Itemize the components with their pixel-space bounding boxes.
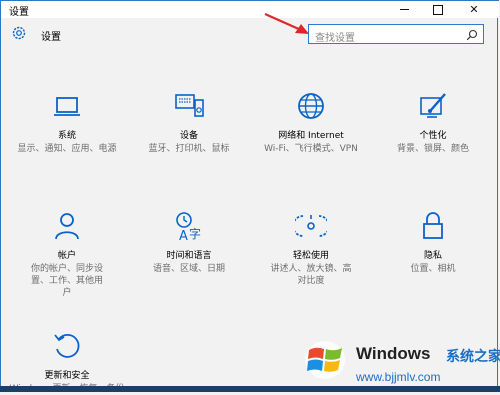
close-icon: ✕ <box>469 3 479 16</box>
watermark-site-name: 系统之家 <box>446 349 500 365</box>
close-button[interactable]: ✕ <box>457 1 491 18</box>
red-arrow-annotation <box>264 12 309 34</box>
tile-desc: 背景、锁屏、颜色 <box>396 144 469 154</box>
tile-name: 个性化 <box>419 131 447 141</box>
tile-desc: 讲述人、放大镜、高对比度 <box>270 264 352 286</box>
maximize-icon <box>433 4 443 15</box>
watermark-brand: Windows <box>356 344 431 363</box>
ease-of-access-icon <box>295 215 327 237</box>
minimize-icon <box>399 9 409 10</box>
tile-name: 更新和安全 <box>44 371 90 381</box>
title-bar: 设置 ✕ <box>1 0 499 18</box>
gear-icon <box>12 26 26 40</box>
laptop-icon <box>54 97 80 116</box>
maximize-button[interactable] <box>421 1 455 18</box>
tile-desc: 你的帐户、同步设置、工作、其他用户 <box>30 264 103 298</box>
account-icon <box>55 213 79 240</box>
time-language-icon: A 字 <box>176 212 201 242</box>
tile-system[interactable]: 系统 显示、通知、应用、电源 <box>7 90 127 155</box>
tile-time-language[interactable]: A 字 时间和语言 语音、区域、日期 <box>129 210 249 275</box>
page-title: 设置 <box>41 32 61 43</box>
watermark: Windows 系统之家 www.bjjmlv.com <box>296 330 500 392</box>
tile-desc: 显示、通知、应用、电源 <box>17 144 117 154</box>
tile-network[interactable]: 网络和 Internet Wi-Fi、飞行模式、VPN <box>251 90 371 155</box>
minimize-button[interactable] <box>387 1 421 18</box>
search-icon <box>466 29 478 41</box>
tile-desc: 位置、相机 <box>410 264 456 274</box>
tile-ease-of-access[interactable]: 轻松使用 讲述人、放大镜、高对比度 <box>251 210 371 287</box>
windows-logo-icon <box>305 341 345 379</box>
svg-text:字: 字 <box>189 226 201 241</box>
update-icon <box>54 334 80 358</box>
search-placeholder: 查找设置 <box>315 33 355 44</box>
watermark-url: www.bjjmlv.com <box>356 370 441 384</box>
tile-desc: 语音、区域、日期 <box>152 264 225 274</box>
tile-name: 设备 <box>179 131 198 141</box>
tile-desc: Wi-Fi、飞行模式、VPN <box>264 144 358 154</box>
tile-name: 轻松使用 <box>292 251 329 261</box>
tile-devices[interactable]: 设备 蓝牙、打印机、鼠标 <box>129 90 249 155</box>
tile-name: 网络和 Internet <box>278 131 344 141</box>
tile-name: 系统 <box>57 131 76 141</box>
tile-name: 时间和语言 <box>166 251 212 261</box>
window-title: 设置 <box>9 7 29 18</box>
search-input[interactable]: 查找设置 <box>308 24 484 44</box>
devices-icon <box>175 94 204 117</box>
personalization-icon <box>420 93 446 118</box>
tile-name: 帐户 <box>57 251 76 261</box>
tile-privacy[interactable]: 隐私 位置、相机 <box>373 210 493 275</box>
tile-name: 隐私 <box>423 251 442 261</box>
svg-text:A: A <box>179 229 188 242</box>
tile-desc: 蓝牙、打印机、鼠标 <box>148 144 230 154</box>
tile-accounts[interactable]: 帐户 你的帐户、同步设置、工作、其他用户 <box>7 210 127 299</box>
lock-icon <box>423 212 443 239</box>
globe-icon <box>298 93 324 119</box>
tile-personalization[interactable]: 个性化 背景、锁屏、颜色 <box>373 90 493 155</box>
taskbar-edge <box>0 386 500 392</box>
